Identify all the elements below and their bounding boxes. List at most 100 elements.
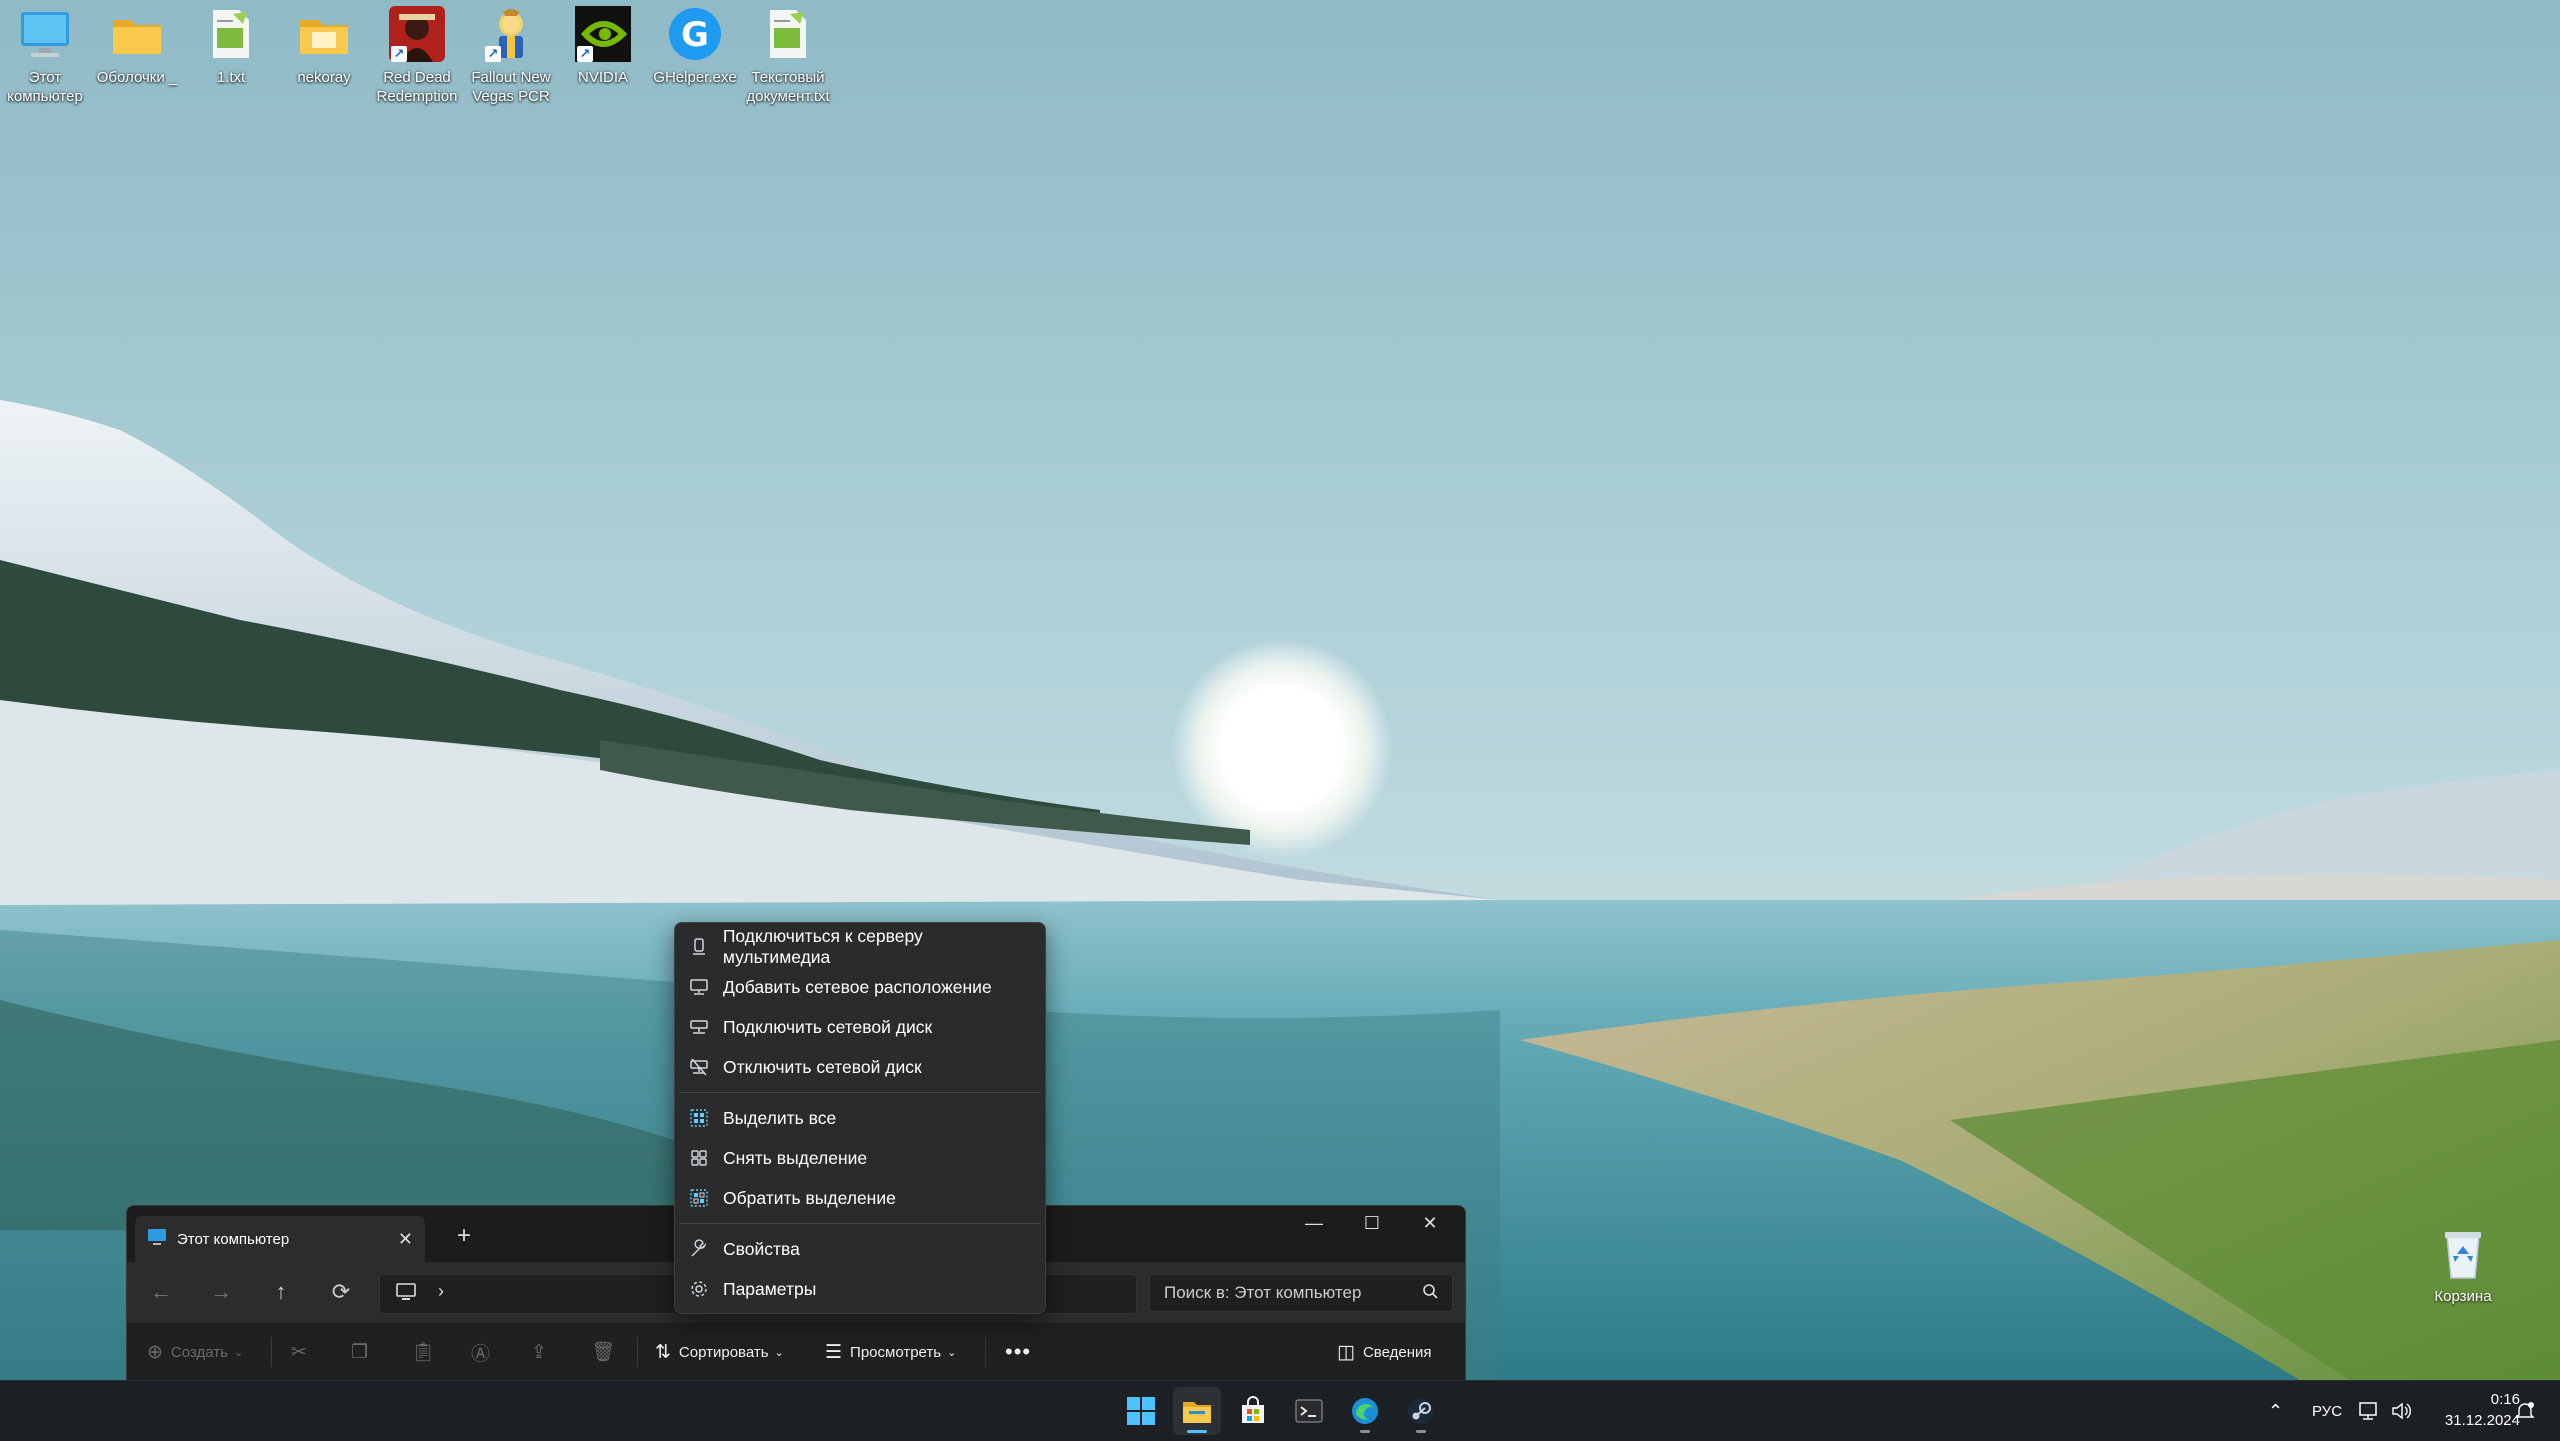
desktop-icon-label: Red Dead Redemption: [376, 69, 458, 105]
create-button[interactable]: ⊕ Создать ⌄: [147, 1323, 243, 1381]
menu-item-label: Свойства: [723, 1238, 800, 1259]
rename-button[interactable]: Ⓐ: [471, 1323, 498, 1381]
desktop-icon-label: Fallout New Vegas PCR: [471, 69, 551, 105]
desktop-icon-text-document[interactable]: Текстовый документ.txt: [743, 6, 833, 116]
more-options-button[interactable]: •••: [1005, 1323, 1031, 1381]
steam-icon: [1408, 1398, 1434, 1424]
forward-button[interactable]: →: [205, 1276, 237, 1308]
start-icon: [1127, 1397, 1155, 1425]
paste-icon: 📋︎: [411, 1342, 436, 1363]
desktop-icon-label: Корзина: [2434, 1288, 2492, 1305]
menu-item-properties[interactable]: Свойства: [675, 1229, 1045, 1269]
computer-icon: [147, 1228, 167, 1251]
taskbar-file-explorer[interactable]: [1173, 1387, 1221, 1435]
menu-item-map-network-drive[interactable]: Подключить сетевой диск: [675, 1007, 1045, 1047]
breadcrumb-chevron-icon[interactable]: ›: [438, 1281, 444, 1302]
start-button[interactable]: [1117, 1387, 1165, 1435]
sort-button[interactable]: ⇅ Сортировать ⌄: [655, 1323, 784, 1381]
create-label: Создать: [170, 1343, 228, 1361]
menu-item-invert-selection[interactable]: Обратить выделение: [675, 1178, 1045, 1218]
menu-item-label: Подключить сетевой диск: [723, 1016, 933, 1037]
running-indicator: [1416, 1430, 1426, 1433]
more-icon: •••: [1005, 1339, 1032, 1364]
view-button[interactable]: ☰ Просмотреть ⌄: [825, 1323, 956, 1381]
chevron-down-icon: ⌄: [233, 1346, 244, 1359]
refresh-button[interactable]: ⟳: [325, 1276, 357, 1308]
menu-item-label: Отключить сетевой диск: [723, 1056, 922, 1077]
show-hidden-icons-button[interactable]: ⌃: [2268, 1381, 2283, 1441]
desktop-icon-nekoray[interactable]: nekoray: [279, 6, 369, 116]
taskbar-clock[interactable]: 0:16 31.12.2024: [2420, 1389, 2520, 1431]
menu-item-add-network-location[interactable]: Добавить сетевое расположение: [675, 967, 1045, 1007]
network-button[interactable]: [2358, 1381, 2380, 1441]
menu-item-label: Обратить выделение: [723, 1187, 896, 1208]
menu-item-label: Снять выделение: [723, 1147, 868, 1168]
desktop-icon-nvidia[interactable]: ↗ NVIDIA: [558, 6, 648, 116]
desktop-icon-ghelper[interactable]: G GHelper.exe: [650, 6, 740, 116]
desktop-icon-folder-shells[interactable]: Оболочки _: [92, 6, 182, 116]
clock-date: 31.12.2024: [2444, 1412, 2520, 1429]
menu-item-label: Подключиться к серверу мультимедиа: [722, 926, 923, 967]
ghelper-icon: G: [667, 6, 723, 62]
desktop-icon-label: nekoray: [297, 69, 351, 86]
taskbar-store[interactable]: [1229, 1387, 1277, 1435]
language-indicator[interactable]: РУС: [2312, 1381, 2342, 1441]
select-all-icon: [687, 1106, 711, 1130]
new-tab-button[interactable]: +: [457, 1222, 471, 1250]
notifications-button[interactable]: [2514, 1381, 2536, 1441]
delete-button[interactable]: 🗑︎: [591, 1323, 623, 1381]
search-placeholder: Поиск в: Этот компьютер: [1164, 1283, 1362, 1302]
desktop-icon-red-dead-redemption[interactable]: ↗ Red Dead Redemption: [372, 6, 462, 116]
copy-button[interactable]: ❐: [351, 1323, 376, 1381]
maximize-button[interactable]: ☐: [1343, 1206, 1401, 1240]
menu-item-options[interactable]: Параметры: [675, 1269, 1045, 1309]
computer-icon: [17, 6, 73, 62]
minimize-button[interactable]: —: [1285, 1206, 1343, 1240]
close-window-button[interactable]: ✕: [1401, 1206, 1459, 1240]
search-icon: [1422, 1283, 1438, 1304]
chevron-up-icon: ⌃: [2268, 1400, 2284, 1421]
menu-item-label: Параметры: [723, 1278, 817, 1299]
close-tab-icon[interactable]: ✕: [398, 1229, 413, 1250]
running-indicator: [1360, 1430, 1370, 1433]
tab-this-pc[interactable]: Этот компьютер ✕: [135, 1216, 425, 1262]
desktop-icon-this-pc[interactable]: Этот компьютер: [0, 6, 90, 116]
chevron-down-icon: ⌄: [774, 1346, 784, 1359]
cut-button[interactable]: ✂: [291, 1323, 315, 1381]
desktop-icon-label: Оболочки _: [96, 69, 178, 86]
menu-item-select-all[interactable]: Выделить все: [675, 1098, 1045, 1138]
copy-icon: ❐: [351, 1341, 369, 1363]
share-button[interactable]: ⇪: [531, 1323, 555, 1381]
view-icon: ☰: [825, 1341, 843, 1363]
desktop-icon-label: Этот компьютер: [7, 69, 83, 105]
game-shortcut-icon: ↗: [389, 6, 445, 62]
notification-bell-icon: [2515, 1402, 2535, 1418]
menu-item-select-none[interactable]: Снять выделение: [675, 1138, 1045, 1178]
desktop-icon-recycle-bin[interactable]: Корзина: [2418, 1226, 2508, 1305]
paste-button[interactable]: 📋︎: [411, 1323, 443, 1381]
map-drive-icon: [687, 1015, 711, 1039]
active-indicator: [1187, 1430, 1207, 1433]
taskbar-steam[interactable]: [1397, 1387, 1445, 1435]
menu-item-connect-media-server[interactable]: Подключиться к серверу мультимедиа: [675, 926, 1045, 967]
file-explorer-icon: [1183, 1402, 1211, 1423]
recycle-bin-icon: [2435, 1226, 2491, 1282]
up-button[interactable]: ↑: [265, 1276, 297, 1308]
taskbar-edge[interactable]: [1341, 1387, 1389, 1435]
plus-circle-icon: ⊕: [147, 1341, 163, 1363]
back-button[interactable]: ←: [145, 1276, 177, 1308]
toolbar-divider: [985, 1337, 986, 1367]
taskbar-terminal[interactable]: [1285, 1387, 1333, 1435]
sort-icon: ⇅: [655, 1341, 671, 1363]
details-pane-button[interactable]: ◫ Сведения: [1337, 1323, 1431, 1381]
details-label: Сведения: [1362, 1343, 1432, 1361]
text-file-icon: [203, 6, 259, 62]
desktop-icon-fallout-new-vegas[interactable]: ↗ Fallout New Vegas PCR: [466, 6, 556, 116]
menu-item-disconnect-network-drive[interactable]: Отключить сетевой диск: [675, 1047, 1045, 1087]
volume-button[interactable]: [2390, 1381, 2412, 1441]
edge-icon: [1352, 1398, 1378, 1424]
desktop-icon-1-txt[interactable]: 1.txt: [186, 6, 276, 116]
shortcut-arrow-icon: ↗: [577, 46, 593, 62]
search-input[interactable]: Поиск в: Этот компьютер: [1149, 1274, 1453, 1312]
invert-selection-icon: [687, 1186, 711, 1210]
